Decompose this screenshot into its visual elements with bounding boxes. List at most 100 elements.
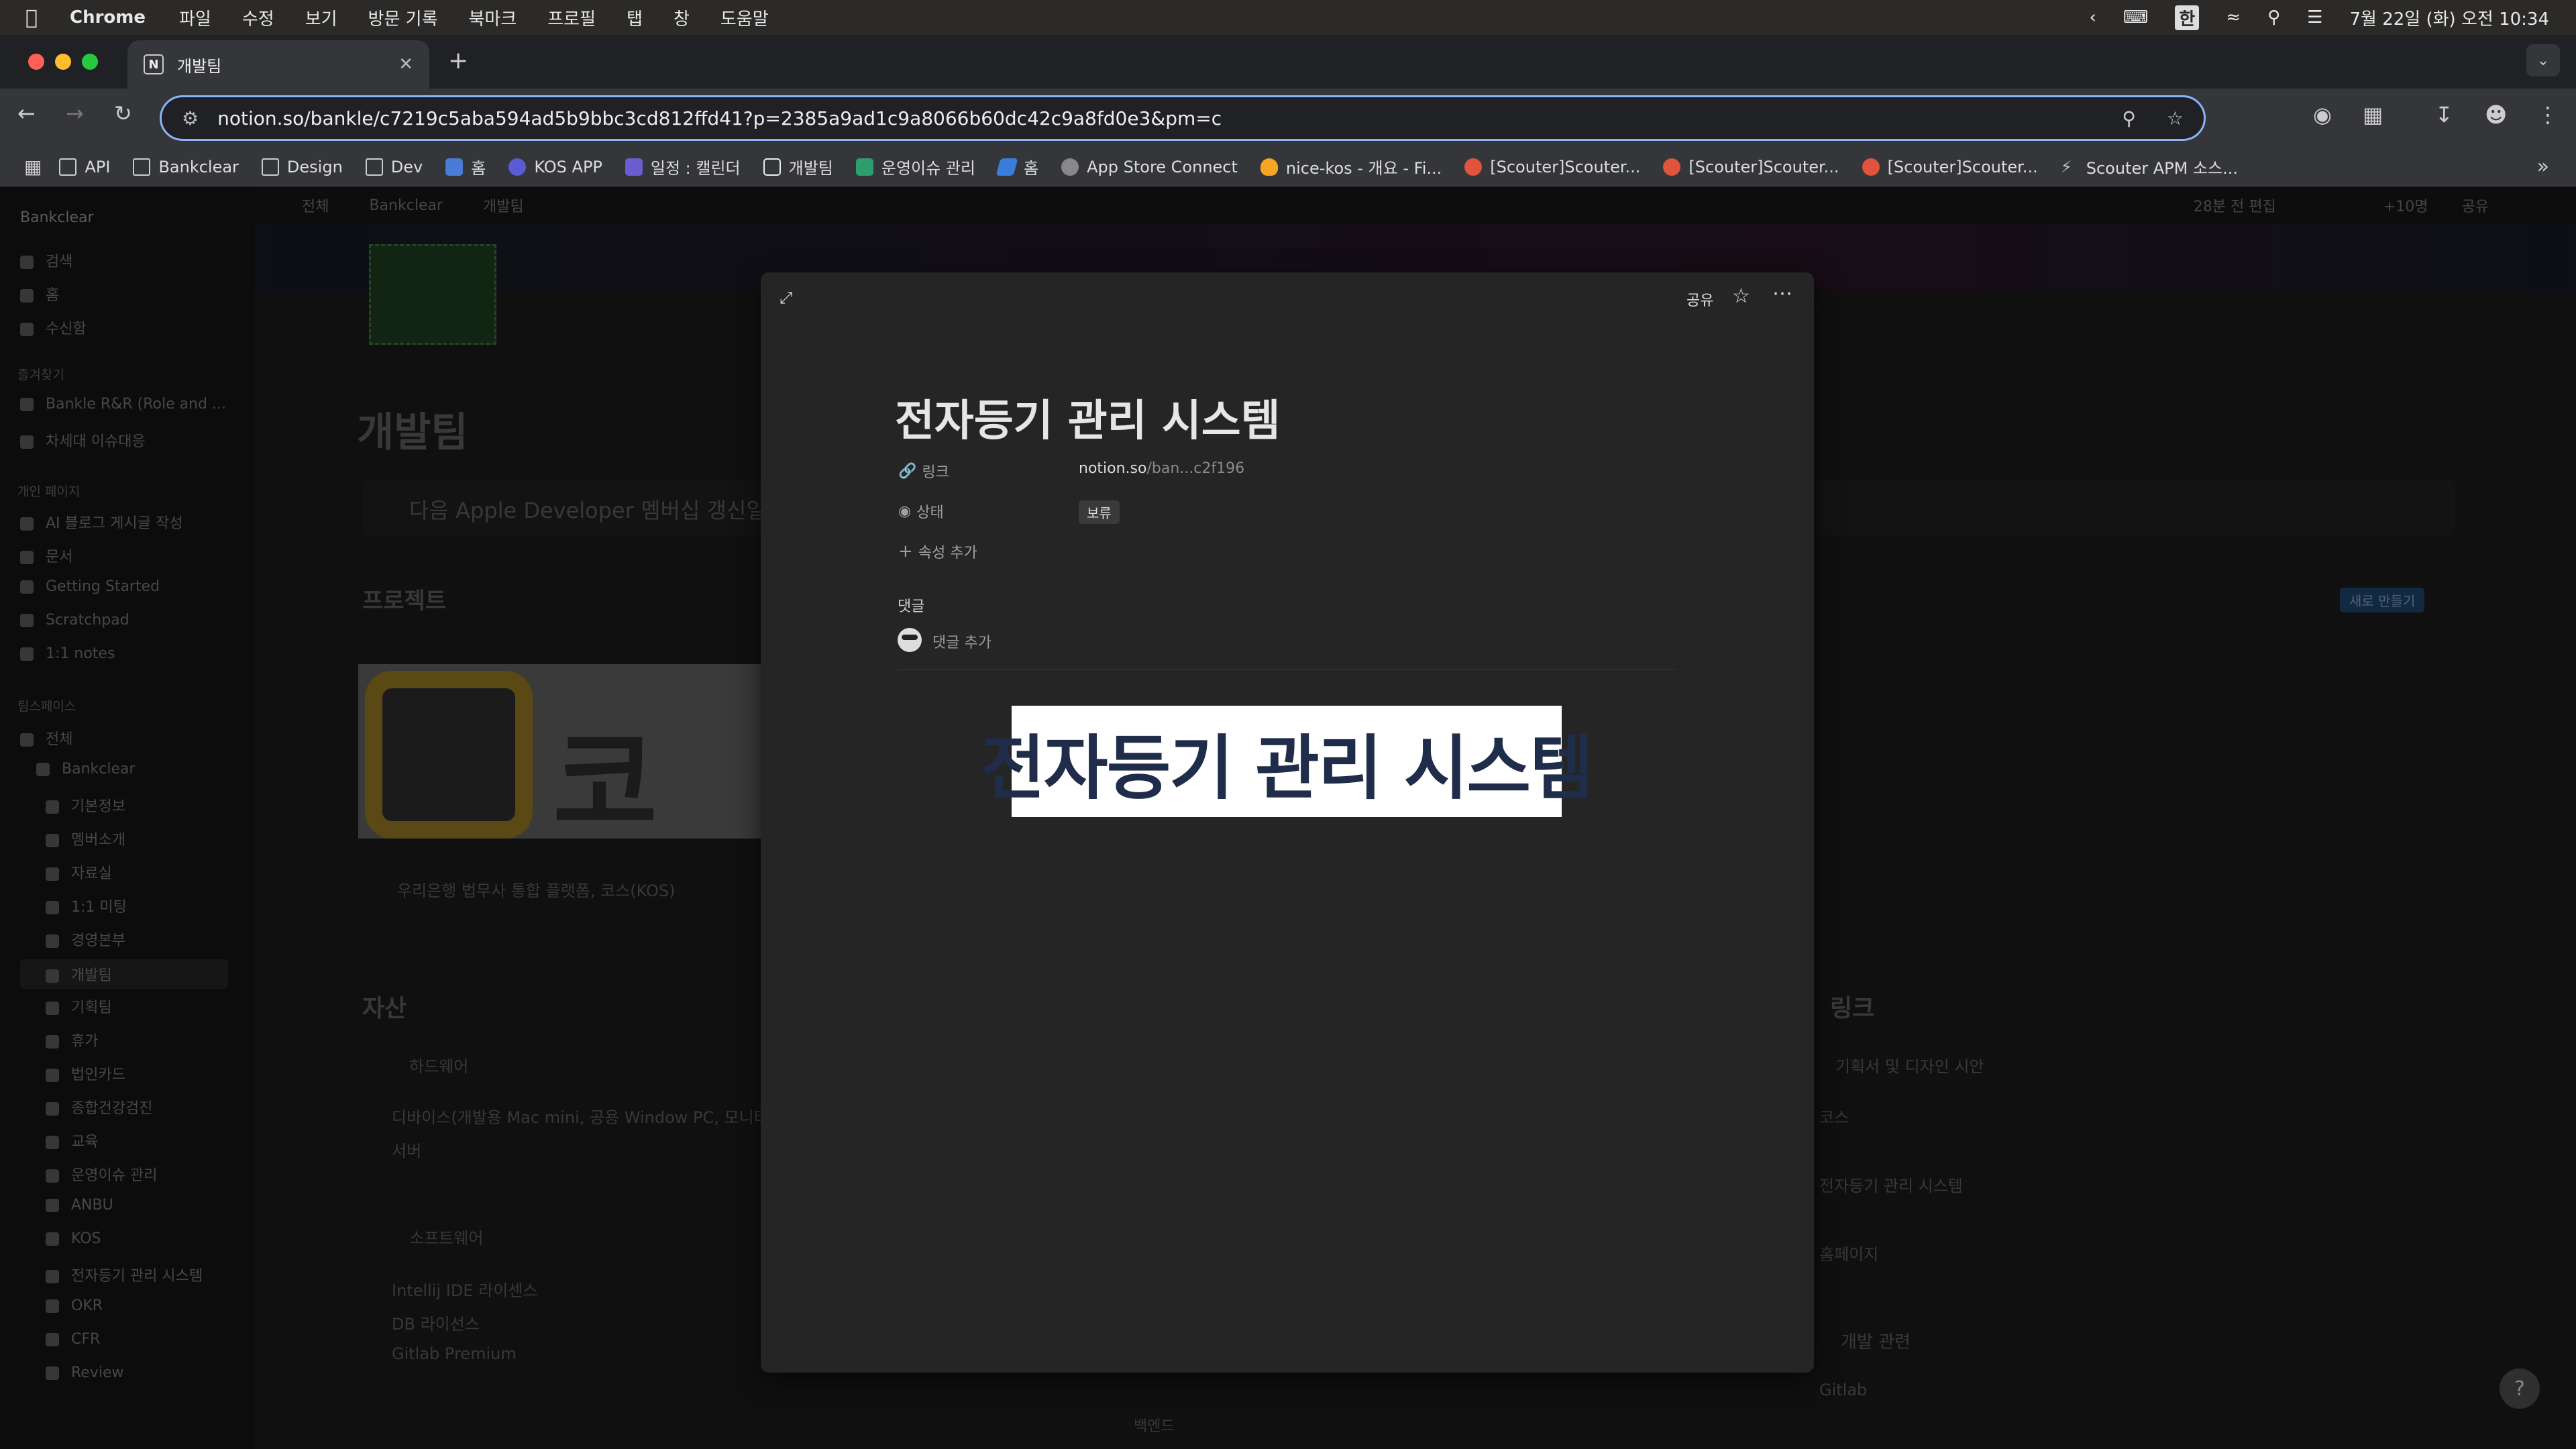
apps-grid-icon[interactable]: ▦ (24, 156, 42, 178)
folder-icon (133, 158, 151, 176)
zoom-icon[interactable]: ⚲ (2122, 107, 2136, 129)
window-close-button[interactable] (28, 54, 44, 70)
embedded-image-text: 전자등기 관리 시스템 (981, 727, 1594, 809)
window-zoom-button[interactable] (82, 54, 98, 70)
menu-history[interactable]: 방문 기록 (368, 5, 438, 30)
tab-close-icon[interactable]: ✕ (398, 54, 413, 74)
bookmark-dev[interactable]: Dev (365, 158, 423, 176)
notion-favicon-icon: N (144, 54, 164, 74)
add-property-label: 속성 추가 (918, 545, 977, 561)
add-property-button[interactable]: + 속성 추가 (898, 541, 977, 562)
bookmark-design[interactable]: Design (261, 158, 343, 176)
embedded-title-image: 전자등기 관리 시스템 (981, 706, 1594, 817)
menu-window[interactable]: 창 (674, 5, 690, 30)
site-info-icon[interactable]: ⚙ (182, 107, 199, 129)
bookmark-kos-app[interactable]: KOS APP (508, 158, 602, 176)
menu-bookmarks[interactable]: 북마크 (469, 5, 517, 30)
back-arrow-icon[interactable]: ← (17, 101, 36, 126)
link-icon: 🔗 (898, 462, 917, 480)
favorite-star-icon[interactable]: ☆ (1732, 284, 1750, 308)
calendar-icon (625, 158, 643, 176)
menubar-app-name[interactable]: Chrome (70, 7, 146, 28)
property-status-label: 상태 (916, 504, 944, 521)
wifi-icon[interactable]: ≈ (2226, 7, 2241, 28)
bookmark-firebase[interactable]: nice-kos - 개요 - Fi... (1260, 155, 1442, 178)
property-link-label: 링크 (922, 464, 949, 481)
help-question-icon[interactable]: ? (2500, 1368, 2540, 1409)
spotlight-search-icon[interactable]: ⚲ (2267, 7, 2280, 28)
bookmark-dev-team[interactable]: 개발팀 (763, 155, 833, 178)
status-icon: ◉ (898, 502, 912, 520)
property-link-value[interactable]: notion.so/ban...c2f196 (1079, 460, 1244, 477)
bookmark-api[interactable]: API (59, 158, 110, 176)
notion-icon (763, 158, 781, 176)
input-method-indicator[interactable]: 한 (2175, 5, 2200, 30)
address-bar[interactable]: ⚙ notion.so/bankle/c7219c5aba594ad5b9bbc… (160, 95, 2206, 141)
comments-heading: 댓글 (898, 598, 925, 615)
profile-avatar-icon[interactable]: ☻ (2485, 102, 2507, 127)
more-bookmarks-chevron-icon[interactable]: » (2537, 155, 2549, 178)
avatar (898, 628, 922, 652)
bookmark-home[interactable]: 홈 (445, 155, 486, 178)
page-title[interactable]: 전자등기 관리 시스템 (895, 386, 1280, 448)
bookmark-scouter-apm[interactable]: ⚡ Scouter APM 소스... (2061, 155, 2238, 178)
scouter-icon (1862, 158, 1880, 176)
folder-icon (261, 158, 279, 176)
new-tab-plus-icon[interactable]: + (448, 47, 468, 74)
chevron-left-icon[interactable]: ‹ (2089, 7, 2096, 28)
tab-search-chevron-icon[interactable]: ⌄ (2526, 44, 2560, 76)
bookmark-scouter-3[interactable]: [Scouter]Scouter... (1862, 158, 2038, 176)
tab-title: 개발팀 (177, 56, 222, 76)
firebase-icon (1260, 158, 1278, 176)
page-peek-modal: ⤢ 공유 ☆ ⋯ 전자등기 관리 시스템 🔗 링크 notion.so/ban.… (761, 272, 1814, 1373)
app-icon (855, 158, 873, 176)
bookmarks-bar: ▦ API Bankclear Design Dev 홈 KOS APP 일정 … (0, 148, 2576, 186)
app-icon (508, 158, 527, 176)
bookmark-jira-home[interactable]: 홈 (996, 155, 1038, 178)
menu-view[interactable]: 보기 (305, 5, 337, 30)
control-center-icon[interactable]: ☰ (2307, 7, 2322, 28)
bolt-icon: ⚡ (2060, 157, 2072, 176)
address-bar-url[interactable]: notion.so/bankle/c7219c5aba594ad5b9bbc3c… (217, 107, 1222, 129)
property-link[interactable]: 🔗 링크 (898, 460, 949, 482)
bookmark-star-icon[interactable]: ☆ (2167, 107, 2184, 129)
divider (898, 669, 1676, 670)
bookmark-bankclear[interactable]: Bankclear (133, 158, 239, 176)
folder-icon (59, 158, 77, 176)
apple-icon[interactable]:  (25, 6, 50, 30)
apple-icon (1061, 158, 1079, 176)
add-comment-input[interactable]: 댓글 추가 (932, 631, 991, 652)
chrome-menu-kebab-icon[interactable]: ⋮ (2537, 102, 2559, 127)
forward-arrow-icon[interactable]: → (66, 101, 84, 126)
expand-full-page-icon[interactable]: ⤢ (780, 288, 792, 307)
jira-icon (996, 158, 1018, 176)
plus-icon: + (898, 541, 913, 561)
status-badge[interactable]: 보류 (1079, 500, 1120, 524)
window-minimize-button[interactable] (55, 54, 71, 70)
extensions-puzzle-icon[interactable]: ▦ (2363, 102, 2383, 127)
menu-edit[interactable]: 수정 (242, 5, 274, 30)
property-status[interactable]: ◉ 상태 (898, 500, 944, 522)
camera-icon[interactable]: ◉ (2313, 102, 2332, 127)
share-button[interactable]: 공유 (1686, 288, 1713, 310)
more-options-icon[interactable]: ⋯ (1772, 282, 1792, 305)
menu-profile[interactable]: 프로필 (547, 5, 596, 30)
app-icon (445, 158, 464, 176)
bookmark-scouter-2[interactable]: [Scouter]Scouter... (1663, 158, 1839, 176)
menu-file[interactable]: 파일 (179, 5, 211, 30)
download-icon[interactable]: ↧ (2435, 102, 2453, 127)
scouter-icon (1464, 158, 1483, 176)
scouter-icon (1663, 158, 1681, 176)
menu-tab[interactable]: 탭 (627, 5, 643, 30)
browser-tab-active[interactable]: N 개발팀 ✕ (127, 40, 429, 89)
menubar-clock[interactable]: 7월 22일 (화) 오전 10:34 (2350, 5, 2550, 30)
bookmark-ops-issues[interactable]: 운영이슈 관리 (855, 155, 975, 178)
keyboard-icon[interactable]: ⌨ (2123, 7, 2149, 28)
bookmark-scouter-1[interactable]: [Scouter]Scouter... (1464, 158, 1640, 176)
macos-menubar:  Chrome 파일 수정 보기 방문 기록 북마크 프로필 탭 창 도움말 … (0, 0, 2576, 35)
bookmark-app-store-connect[interactable]: App Store Connect (1061, 158, 1238, 176)
menu-help[interactable]: 도움말 (720, 5, 769, 30)
reload-icon[interactable]: ↻ (114, 101, 132, 126)
bookmark-calendar[interactable]: 일정 : 캘린더 (625, 155, 741, 178)
folder-icon (365, 158, 383, 176)
